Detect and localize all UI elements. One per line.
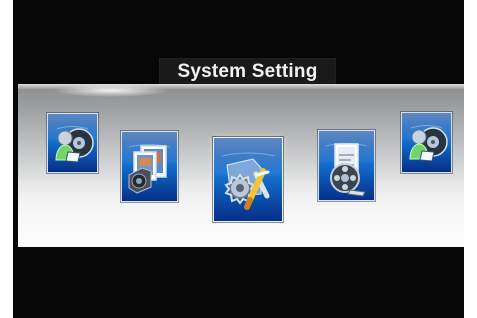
- page-title: System Setting: [159, 58, 336, 85]
- dvd-user-icon: [55, 126, 94, 163]
- menu-item-system-setting[interactable]: [213, 137, 283, 222]
- band-highlight: [52, 84, 170, 97]
- menu-item-video[interactable]: [318, 130, 375, 201]
- photo-camera-icon: [128, 144, 171, 194]
- dvd-user-icon: [409, 125, 448, 162]
- tv-menu-screen: System Setting: [0, 0, 477, 318]
- menu-item-photo-camera[interactable]: [121, 131, 178, 202]
- tools-settings-icon: [221, 152, 276, 210]
- film-reel-icon: [325, 143, 368, 197]
- menu-item-dvd-user-next[interactable]: [401, 112, 452, 173]
- menu-item-dvd-user[interactable]: [47, 113, 98, 173]
